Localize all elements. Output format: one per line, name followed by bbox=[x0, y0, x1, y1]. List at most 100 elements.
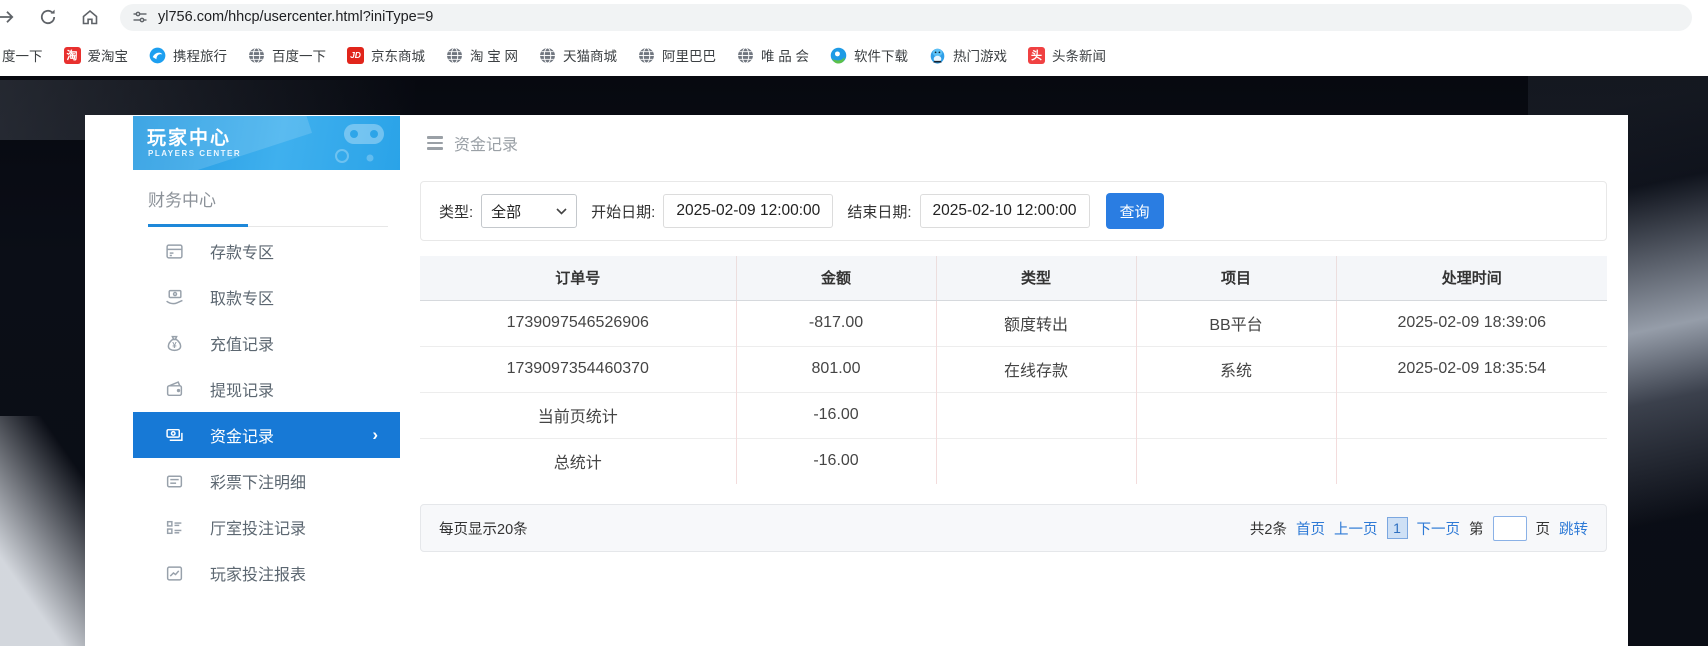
first-page-link[interactable]: 首页 bbox=[1296, 518, 1325, 539]
sidebar-item-lottery-bets[interactable]: 彩票下注明细 bbox=[133, 458, 400, 504]
jump-page-input[interactable] bbox=[1493, 516, 1527, 541]
address-bar[interactable]: yl756.com/hhcp/usercenter.html?iniType=9 bbox=[120, 4, 1692, 31]
bookmarks-bar: 度一下 淘 爱淘宝 携程旅行 百度一下 JD 京东商城 bbox=[0, 34, 1708, 76]
cell-project: BB平台 bbox=[1136, 300, 1336, 346]
bookmark-ctrip[interactable]: 携程旅行 bbox=[149, 45, 227, 65]
query-button[interactable]: 查询 bbox=[1106, 193, 1164, 229]
total-count-text: 共2条 bbox=[1250, 518, 1287, 539]
type-label: 类型: bbox=[439, 201, 473, 222]
toutiao-icon: 头 bbox=[1028, 47, 1045, 64]
reload-icon[interactable] bbox=[38, 7, 58, 27]
cell-type: 在线存款 bbox=[936, 346, 1136, 392]
finance-center-section-title: 财务中心 bbox=[148, 186, 216, 211]
sidebar-item-player-report[interactable]: 玩家投注报表 bbox=[133, 550, 400, 596]
ctrip-dolphin-icon bbox=[149, 47, 166, 64]
chevron-down-icon bbox=[556, 208, 567, 215]
receipt-icon bbox=[165, 472, 184, 491]
hamburger-icon bbox=[427, 136, 443, 150]
chevron-right-icon: › bbox=[372, 425, 378, 445]
svg-text:¥: ¥ bbox=[172, 340, 177, 349]
cell-project: 系统 bbox=[1136, 346, 1336, 392]
globe-icon bbox=[638, 47, 655, 64]
start-date-input[interactable] bbox=[663, 194, 833, 228]
home-icon[interactable] bbox=[80, 7, 100, 27]
end-date-label: 结束日期: bbox=[847, 201, 911, 222]
cell-amount: 801.00 bbox=[736, 346, 936, 392]
bookmark-baidu-partial[interactable]: 度一下 bbox=[2, 45, 43, 65]
taobao-icon: 淘 bbox=[64, 47, 81, 64]
col-type: 类型 bbox=[936, 256, 1136, 300]
col-order-no: 订单号 bbox=[420, 256, 736, 300]
money-bag-icon: ¥ bbox=[165, 334, 184, 353]
bookmark-toutiao[interactable]: 头 头条新闻 bbox=[1028, 45, 1106, 65]
funds-table: 订单号 金额 类型 项目 处理时间 1739097546526906 -817.… bbox=[420, 256, 1607, 484]
bookmark-aitaobao[interactable]: 淘 爱淘宝 bbox=[64, 45, 129, 65]
cell-order-no: 1739097354460370 bbox=[420, 346, 736, 392]
pagination-bar: 每页显示20条 共2条 首页 上一页 1 下一页 第 页 跳转 bbox=[420, 504, 1607, 552]
next-page-link[interactable]: 下一页 bbox=[1417, 518, 1461, 539]
browser-toolbar: yl756.com/hhcp/usercenter.html?iniType=9 bbox=[0, 0, 1708, 34]
sidebar-header: 玩家中心 PLAYERS CENTER bbox=[133, 116, 400, 170]
table-row: 1739097546526906 -817.00 额度转出 BB平台 2025-… bbox=[420, 300, 1607, 346]
players-center-subtitle: PLAYERS CENTER bbox=[148, 149, 241, 158]
bookmark-alibaba[interactable]: 阿里巴巴 bbox=[638, 45, 716, 65]
sidebar-item-withdraw[interactable]: 取款专区 bbox=[133, 274, 400, 320]
deposit-icon bbox=[165, 242, 184, 261]
software-download-icon bbox=[830, 47, 847, 64]
start-date-label: 开始日期: bbox=[591, 201, 655, 222]
end-date-input[interactable] bbox=[920, 194, 1090, 228]
page-size-text: 每页显示20条 bbox=[439, 518, 528, 539]
sidebar-item-label: 充值记录 bbox=[210, 331, 274, 355]
jump-button[interactable]: 跳转 bbox=[1559, 518, 1588, 539]
sidebar-item-deposit[interactable]: 存款专区 bbox=[133, 228, 400, 274]
cell-order-no: 1739097546526906 bbox=[420, 300, 736, 346]
cell-process-time: 2025-02-09 18:35:54 bbox=[1336, 346, 1607, 392]
bookmark-jd[interactable]: JD 京东商城 bbox=[347, 45, 425, 65]
globe-icon bbox=[248, 47, 265, 64]
bookmark-baidu[interactable]: 百度一下 bbox=[248, 45, 326, 65]
bookmark-vip[interactable]: 唯 品 会 bbox=[737, 45, 809, 65]
active-section-underline bbox=[148, 224, 248, 227]
globe-icon bbox=[737, 47, 754, 64]
bookmark-games[interactable]: 热门游戏 bbox=[929, 45, 1007, 65]
site-settings-icon[interactable] bbox=[132, 9, 148, 25]
sidebar-item-hall-bets[interactable]: 厅室投注记录 bbox=[133, 504, 400, 550]
page-title: 资金记录 bbox=[427, 131, 518, 155]
globe-icon bbox=[539, 47, 556, 64]
cell-amount: -16.00 bbox=[736, 392, 936, 438]
table-row-grand-total: 总统计 -16.00 bbox=[420, 438, 1607, 484]
banknotes-icon bbox=[165, 426, 184, 445]
bookmark-tmall[interactable]: 天猫商城 bbox=[539, 45, 617, 65]
current-page-badge[interactable]: 1 bbox=[1387, 517, 1408, 539]
col-project: 项目 bbox=[1136, 256, 1336, 300]
cell-type: 额度转出 bbox=[936, 300, 1136, 346]
forward-icon[interactable] bbox=[0, 7, 16, 27]
sidebar-item-funds-record[interactable]: 资金记录 › bbox=[133, 412, 400, 458]
bookmark-taobao-site[interactable]: 淘 宝 网 bbox=[446, 45, 518, 65]
cell-label: 总统计 bbox=[420, 438, 736, 484]
jump-prefix-label: 第 bbox=[1469, 518, 1484, 539]
jump-suffix-label: 页 bbox=[1536, 518, 1551, 539]
withdraw-icon bbox=[165, 288, 184, 307]
col-amount: 金额 bbox=[736, 256, 936, 300]
sidebar-item-label: 厅室投注记录 bbox=[210, 515, 306, 539]
type-select[interactable]: 全部 bbox=[481, 194, 577, 228]
cell-amount: -817.00 bbox=[736, 300, 936, 346]
players-center-title: 玩家中心 bbox=[147, 123, 231, 150]
sidebar-item-label: 彩票下注明细 bbox=[210, 469, 306, 493]
list-icon bbox=[165, 518, 184, 537]
sidebar-item-recharge-record[interactable]: ¥ 充值记录 bbox=[133, 320, 400, 366]
sidebar-item-withdrawal-record[interactable]: 提现记录 bbox=[133, 366, 400, 412]
bookmark-software[interactable]: 软件下载 bbox=[830, 45, 908, 65]
sidebar-item-label: 资金记录 bbox=[210, 423, 274, 447]
chart-icon bbox=[165, 564, 184, 583]
sidebar-menu: 存款专区 取款专区 ¥ 充值记录 bbox=[133, 228, 400, 596]
col-process-time: 处理时间 bbox=[1336, 256, 1607, 300]
table-row: 1739097354460370 801.00 在线存款 系统 2025-02-… bbox=[420, 346, 1607, 392]
cell-label: 当前页统计 bbox=[420, 392, 736, 438]
jd-icon: JD bbox=[347, 47, 364, 64]
table-header-row: 订单号 金额 类型 项目 处理时间 bbox=[420, 256, 1607, 300]
sidebar-item-label: 取款专区 bbox=[210, 285, 274, 309]
cell-process-time: 2025-02-09 18:39:06 bbox=[1336, 300, 1607, 346]
prev-page-link[interactable]: 上一页 bbox=[1334, 518, 1378, 539]
